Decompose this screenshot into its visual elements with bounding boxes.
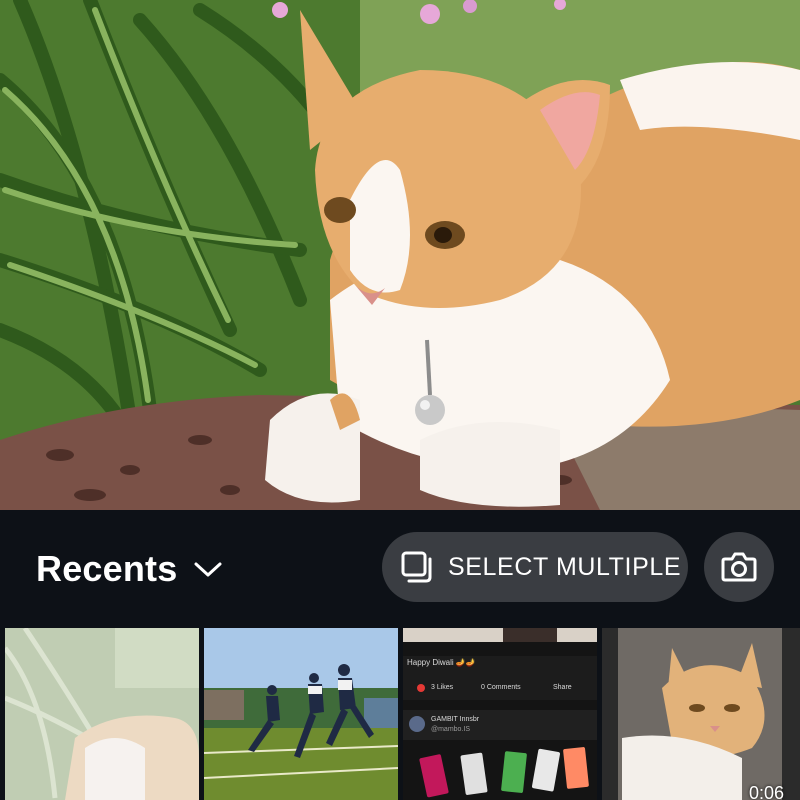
multi-select-icon bbox=[400, 550, 434, 584]
video-duration: 0:06 bbox=[748, 783, 784, 800]
thumbnail-screenshot[interactable]: Happy Diwali 🪔🪔 3 Likes 0 Comments Share… bbox=[403, 628, 597, 800]
thumbnail-image bbox=[403, 628, 597, 800]
camera-icon bbox=[721, 551, 757, 583]
album-label: Recents bbox=[36, 548, 178, 589]
album-selector[interactable]: Recents bbox=[36, 548, 223, 590]
thumbnail-selected-cat[interactable] bbox=[5, 628, 199, 800]
camera-button[interactable] bbox=[704, 532, 774, 602]
thumbnail-image bbox=[5, 628, 199, 800]
gallery-toolbar: Recents SELECT MULTIPLE bbox=[0, 510, 800, 626]
post-share: Share bbox=[553, 684, 572, 691]
cat-photo bbox=[0, 0, 800, 510]
post-likes: 3 Likes bbox=[431, 684, 454, 691]
thumbnail-race[interactable] bbox=[204, 628, 398, 800]
post-author-handle: @mambo.IS bbox=[431, 726, 471, 733]
selected-photo-preview[interactable] bbox=[0, 0, 800, 510]
post-author-name: GAMBIT Innsbr bbox=[431, 716, 480, 723]
thumbnail-image bbox=[204, 628, 398, 800]
thumbnail-cat-video[interactable]: 0:06 bbox=[602, 628, 800, 800]
thumbnail-image bbox=[602, 628, 800, 800]
post-caption: Happy Diwali 🪔🪔 bbox=[407, 658, 476, 667]
post-comments: 0 Comments bbox=[481, 684, 521, 691]
select-multiple-button[interactable]: SELECT MULTIPLE bbox=[382, 532, 688, 602]
select-multiple-label: SELECT MULTIPLE bbox=[448, 552, 682, 581]
thumbnail-grid: Happy Diwali 🪔🪔 3 Likes 0 Comments Share… bbox=[0, 626, 800, 800]
chevron-down-icon bbox=[193, 559, 223, 579]
